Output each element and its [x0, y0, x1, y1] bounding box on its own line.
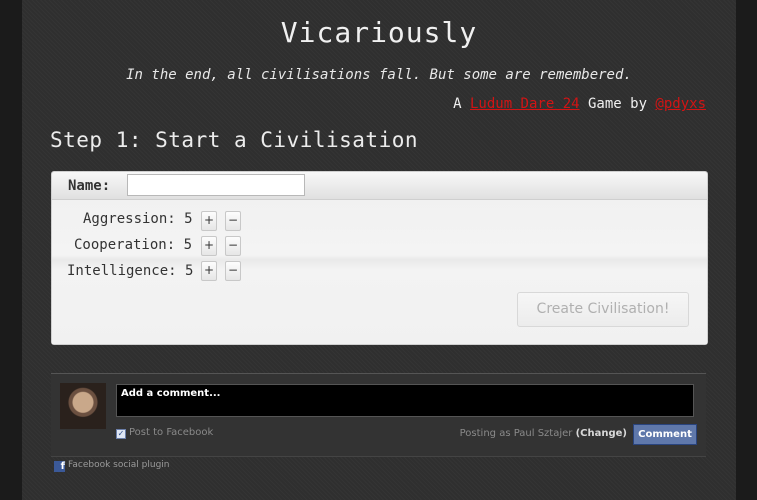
name-label: Name: — [68, 178, 111, 194]
facebook-icon: f — [54, 461, 65, 472]
facebook-plugin-label[interactable]: f Facebook social plugin — [54, 460, 170, 472]
checkbox-icon[interactable]: ✓ — [116, 429, 126, 439]
stat-label: Aggression: — [83, 211, 176, 227]
byline: A Ludum Dare 24 Game by @pdyxs — [453, 96, 706, 112]
aggression-plus-button[interactable]: + — [201, 211, 217, 231]
cooperation-plus-button[interactable]: + — [201, 236, 217, 256]
page: Vicariously In the end, all civilisation… — [22, 0, 736, 500]
step-title: Step 1: Start a Civilisation — [50, 128, 419, 152]
stat-value: 5 — [184, 211, 193, 227]
posting-as-label: Posting as Paul Sztajer — [459, 428, 573, 439]
intelligence-minus-button[interactable]: − — [225, 261, 241, 281]
ludum-dare-link[interactable]: Ludum Dare 24 — [470, 96, 580, 112]
post-to-facebook-label: Post to Facebook — [129, 427, 214, 438]
intelligence-plus-button[interactable]: + — [201, 261, 217, 281]
form-body: Aggression: 5 + − Cooperation: 5 + − Int… — [52, 200, 707, 344]
avatar — [60, 383, 106, 429]
plugin-label: Facebook social plugin — [68, 460, 170, 470]
page-title: Vicariously — [280, 16, 478, 49]
form-header: Name: — [52, 172, 707, 200]
stat-label: Cooperation: — [74, 237, 176, 253]
stat-value: 5 — [183, 237, 193, 253]
stat-cooperation: Cooperation: 5 — [74, 237, 196, 253]
facebook-comments: Add a comment... ✓ Post to Facebook Posti… — [51, 373, 706, 456]
civilisation-form: Name: Aggression: 5 + − Cooperation: 5 +… — [51, 171, 708, 345]
divider — [51, 456, 706, 457]
aggression-minus-button[interactable]: − — [225, 211, 241, 231]
cooperation-minus-button[interactable]: − — [225, 236, 241, 256]
stat-intelligence: Intelligence: 5 — [67, 263, 197, 279]
tagline: In the end, all civilisations fall. But … — [126, 67, 632, 83]
byline-prefix: A — [453, 96, 470, 112]
name-input[interactable] — [127, 174, 305, 196]
byline-middle: Game by — [579, 96, 656, 112]
comment-input[interactable]: Add a comment... — [116, 384, 694, 417]
change-account-link[interactable]: (Change) — [576, 428, 627, 439]
stat-aggression: Aggression: 5 — [83, 211, 196, 227]
post-to-facebook-option[interactable]: ✓ Post to Facebook — [116, 427, 213, 439]
stat-value: 5 — [185, 263, 194, 279]
comment-button[interactable]: Comment — [633, 424, 697, 445]
create-civilisation-button[interactable]: Create Civilisation! — [517, 292, 689, 327]
stat-label: Intelligence: — [67, 263, 177, 279]
posting-as: Posting as Paul Sztajer (Change) — [460, 428, 627, 439]
author-link[interactable]: @pdyxs — [655, 96, 706, 112]
